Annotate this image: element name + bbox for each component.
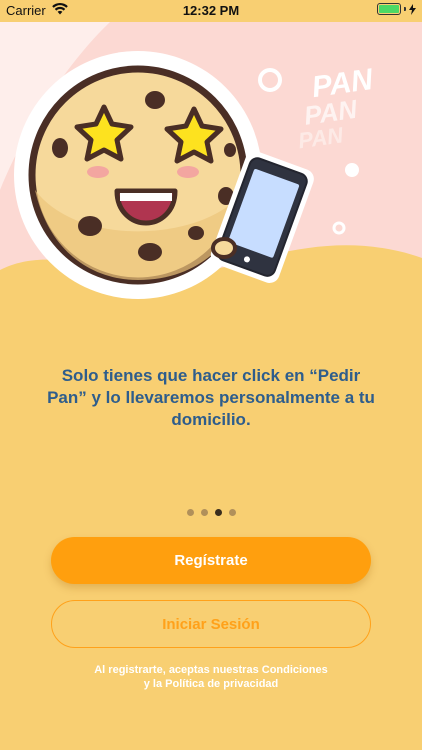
register-button[interactable]: Regístrate bbox=[51, 537, 371, 584]
message-line-1: Solo tienes que hacer click en “Pedir bbox=[61, 366, 361, 385]
page-dot[interactable] bbox=[228, 509, 236, 516]
message-line-2: Pan” y lo llevaremos personalmente a tu bbox=[47, 388, 375, 407]
page-indicator bbox=[0, 509, 422, 516]
hero-illustration: PAN PAN PAN bbox=[0, 22, 422, 299]
legal-notice: Al registrarte, aceptas nuestras Condici… bbox=[0, 663, 422, 691]
message-line-3: domicilio. bbox=[171, 410, 251, 429]
page-dot-active[interactable] bbox=[214, 509, 222, 516]
page-dot[interactable] bbox=[200, 509, 208, 516]
onboarding-message: Solo tienes que hacer click en “Pedir Pa… bbox=[40, 365, 382, 431]
legal-line-1[interactable]: Al registrarte, aceptas nuestras Condici… bbox=[0, 663, 422, 677]
page-dot[interactable] bbox=[186, 509, 194, 516]
decor-dot bbox=[345, 163, 359, 177]
login-button[interactable]: Iniciar Sesión bbox=[51, 600, 371, 648]
legal-line-2[interactable]: y la Política de privacidad bbox=[0, 677, 422, 691]
